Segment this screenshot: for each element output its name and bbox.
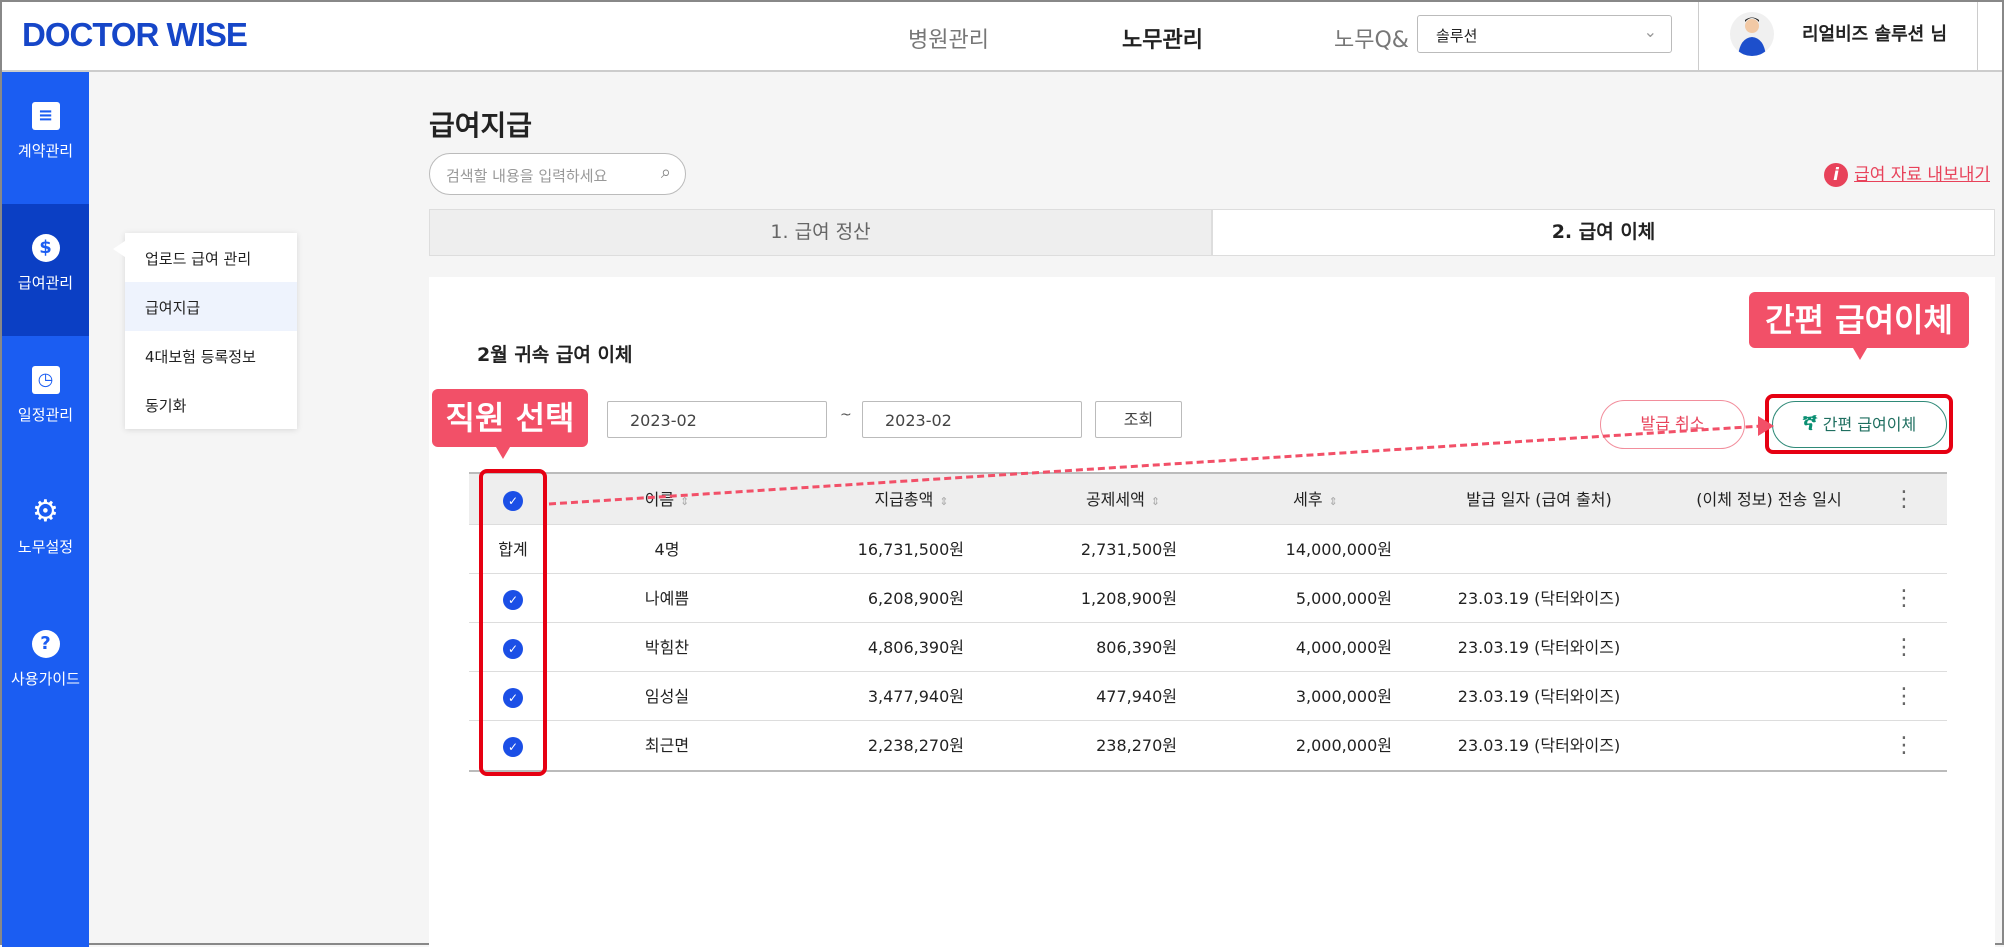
sort-icon[interactable]: ⇕ (1329, 495, 1338, 508)
sidebar-item-contract[interactable]: ≡ 계약관리 (2, 72, 89, 204)
date-to-input[interactable]: 2023-02 (862, 401, 1082, 438)
search-placeholder: 검색할 내용을 입력하세요 (446, 167, 608, 185)
sidebar-item-label: 계약관리 (17, 142, 74, 160)
search-icon[interactable]: ⌕ (661, 162, 671, 183)
tab-payroll-settlement[interactable]: 1. 급여 정산 (429, 209, 1212, 256)
top-header: DOCTOR WISE 병원관리 노무관리 노무Q& 솔루션 ⌄ 리얼비즈 솔루션… (2, 2, 2002, 72)
nav-labor[interactable]: 노무관리 (1122, 22, 1203, 54)
cell-deduction: 477,940원 (1096, 687, 1177, 706)
cell-name: 최근면 (644, 736, 690, 755)
total-count: 4명 (654, 540, 680, 559)
submenu-sync[interactable]: 동기화 (125, 380, 297, 429)
sidebar-item-label: 사용가이드 (10, 670, 80, 688)
divider (1698, 2, 1699, 70)
select-column-highlight (479, 469, 547, 776)
cell-name: 임성실 (644, 687, 690, 706)
sidebar-item-payroll[interactable]: $ 급여관리 (2, 204, 89, 336)
cell-name: 나예쁨 (644, 589, 690, 608)
date-from-input[interactable]: 2023-02 (607, 401, 827, 438)
cell-net: 4,000,000원 (1295, 638, 1392, 657)
sidebar-item-settings[interactable]: ⚙ 노무설정 (2, 468, 89, 600)
kebab-menu-icon[interactable]: ⋮ (1879, 474, 1929, 525)
table-row[interactable]: ✓ 나예쁨 6,208,900원 1,208,900원 5,000,000원 2… (469, 574, 1947, 623)
total-gross: 16,731,500원 (857, 540, 964, 559)
payroll-table: ✓ 이름 ⇕ 지급총액 ⇕ 공제세액 ⇕ 세후 ⇕ 발급 일자 (급여 출처) (이체 … (469, 472, 1947, 772)
sidebar-item-label: 일정관리 (17, 406, 74, 424)
sidebar-item-guide[interactable]: ? 사용가이드 (2, 600, 89, 732)
avatar[interactable] (1730, 12, 1774, 56)
payroll-submenu: 업로드 급여 관리 급여지급 4대보험 등록정보 동기화 (113, 233, 297, 429)
cell-gross: 2,238,270원 (867, 736, 964, 755)
divider (1977, 2, 1978, 70)
kebab-menu-icon[interactable]: ⋮ (1879, 574, 1929, 623)
nav-labor-qa[interactable]: 노무Q& (1334, 22, 1409, 54)
total-net: 14,000,000원 (1285, 540, 1392, 559)
export-payroll-link[interactable]: i 급여 자료 내보내기 (1824, 160, 1990, 187)
column-header-sent: (이체 정보) 전송 일시 (1696, 490, 1842, 509)
total-deduction: 2,731,500원 (1080, 540, 1177, 559)
sidebar-item-label: 급여관리 (17, 274, 74, 292)
cancel-issue-button[interactable]: 발급 취소 (1600, 400, 1745, 449)
page-title: 급여지급 (429, 109, 533, 142)
submenu-insurance-info[interactable]: 4대보험 등록정보 (125, 331, 297, 380)
cell-net: 5,000,000원 (1295, 589, 1392, 608)
search-input[interactable]: 검색할 내용을 입력하세요 ⌕ (429, 153, 686, 195)
date-separator: ~ (840, 407, 852, 423)
export-label: 급여 자료 내보내기 (1854, 165, 1990, 185)
logo[interactable]: DOCTOR WISE (22, 16, 248, 54)
solution-select[interactable]: 솔루션 ⌄ (1417, 15, 1672, 53)
sidebar-item-schedule[interactable]: ◷ 일정관리 (2, 336, 89, 468)
easy-transfer-callout: 간편 급여이체 (1749, 292, 1969, 360)
sidebar-item-label: 노무설정 (17, 538, 74, 556)
help-icon: ? (31, 630, 60, 658)
cell-issued: 23.03.19 (닥터와이즈) (1457, 736, 1621, 755)
column-header-name[interactable]: 이름 ⇕ (587, 474, 747, 527)
calendar-icon: ◷ (31, 366, 60, 394)
sidebar: ≡ 계약관리 $ 급여관리 ◷ 일정관리 ⚙ 노무설정 ? 사용가이드 (2, 72, 89, 947)
cell-gross: 4,806,390원 (867, 638, 964, 657)
submenu-upload-payroll[interactable]: 업로드 급여 관리 (125, 233, 297, 282)
document-icon: ≡ (31, 102, 60, 130)
cell-issued: 23.03.19 (닥터와이즈) (1457, 589, 1621, 608)
cell-issued: 23.03.19 (닥터와이즈) (1457, 687, 1621, 706)
table-total-row: 합계 4명 16,731,500원 2,731,500원 14,000,000원 (469, 525, 1947, 574)
solution-select-value: 솔루션 (1436, 27, 1478, 45)
cell-net: 2,000,000원 (1295, 736, 1392, 755)
column-header-net[interactable]: 세후 ⇕ (1239, 474, 1392, 527)
column-header-gross[interactable]: 지급총액 ⇕ (829, 474, 994, 527)
cell-deduction: 238,270원 (1096, 736, 1177, 755)
cell-deduction: 806,390원 (1096, 638, 1177, 657)
table-header-row: ✓ 이름 ⇕ 지급총액 ⇕ 공제세액 ⇕ 세후 ⇕ 발급 일자 (급여 출처) (이체 … (469, 474, 1947, 525)
column-header-issued: 발급 일자 (급여 출처) (1466, 490, 1612, 509)
cell-gross: 6,208,900원 (867, 589, 964, 608)
employee-select-callout: 직원 선택 (432, 389, 588, 459)
cell-net: 3,000,000원 (1295, 687, 1392, 706)
table-row[interactable]: ✓ 임성실 3,477,940원 477,940원 3,000,000원 23.… (469, 672, 1947, 721)
info-icon: i (1824, 163, 1849, 187)
tab-payroll-transfer[interactable]: 2. 급여 이체 (1212, 209, 1995, 256)
sort-icon[interactable]: ⇕ (939, 495, 948, 508)
transfer-button-highlight (1765, 394, 1953, 454)
cell-gross: 3,477,940원 (867, 687, 964, 706)
query-button[interactable]: 조회 (1095, 401, 1182, 438)
cell-issued: 23.03.19 (닥터와이즈) (1457, 638, 1621, 657)
table-row[interactable]: ✓ 박힘찬 4,806,390원 806,390원 4,000,000원 23.… (469, 623, 1947, 672)
chevron-down-icon: ⌄ (1643, 22, 1657, 41)
kebab-menu-icon[interactable]: ⋮ (1879, 623, 1929, 672)
sort-icon[interactable]: ⇕ (680, 495, 689, 508)
submenu-payroll-payment[interactable]: 급여지급 (125, 282, 297, 331)
cell-deduction: 1,208,900원 (1080, 589, 1177, 608)
section-title: 2월 귀속 급여 이체 (477, 344, 633, 366)
user-name[interactable]: 리얼비즈 솔루션 님 (1802, 20, 1947, 46)
kebab-menu-icon[interactable]: ⋮ (1879, 672, 1929, 721)
kebab-menu-icon[interactable]: ⋮ (1879, 721, 1929, 770)
column-header-deduction[interactable]: 공제세액 ⇕ (1049, 474, 1197, 527)
dollar-icon: $ (31, 234, 60, 262)
sort-icon[interactable]: ⇕ (1151, 495, 1160, 508)
gear-icon: ⚙ (32, 494, 59, 529)
cell-name: 박힘찬 (644, 638, 690, 657)
table-row[interactable]: ✓ 최근면 2,238,270원 238,270원 2,000,000원 23.… (469, 721, 1947, 770)
nav-hospital[interactable]: 병원관리 (908, 22, 989, 54)
